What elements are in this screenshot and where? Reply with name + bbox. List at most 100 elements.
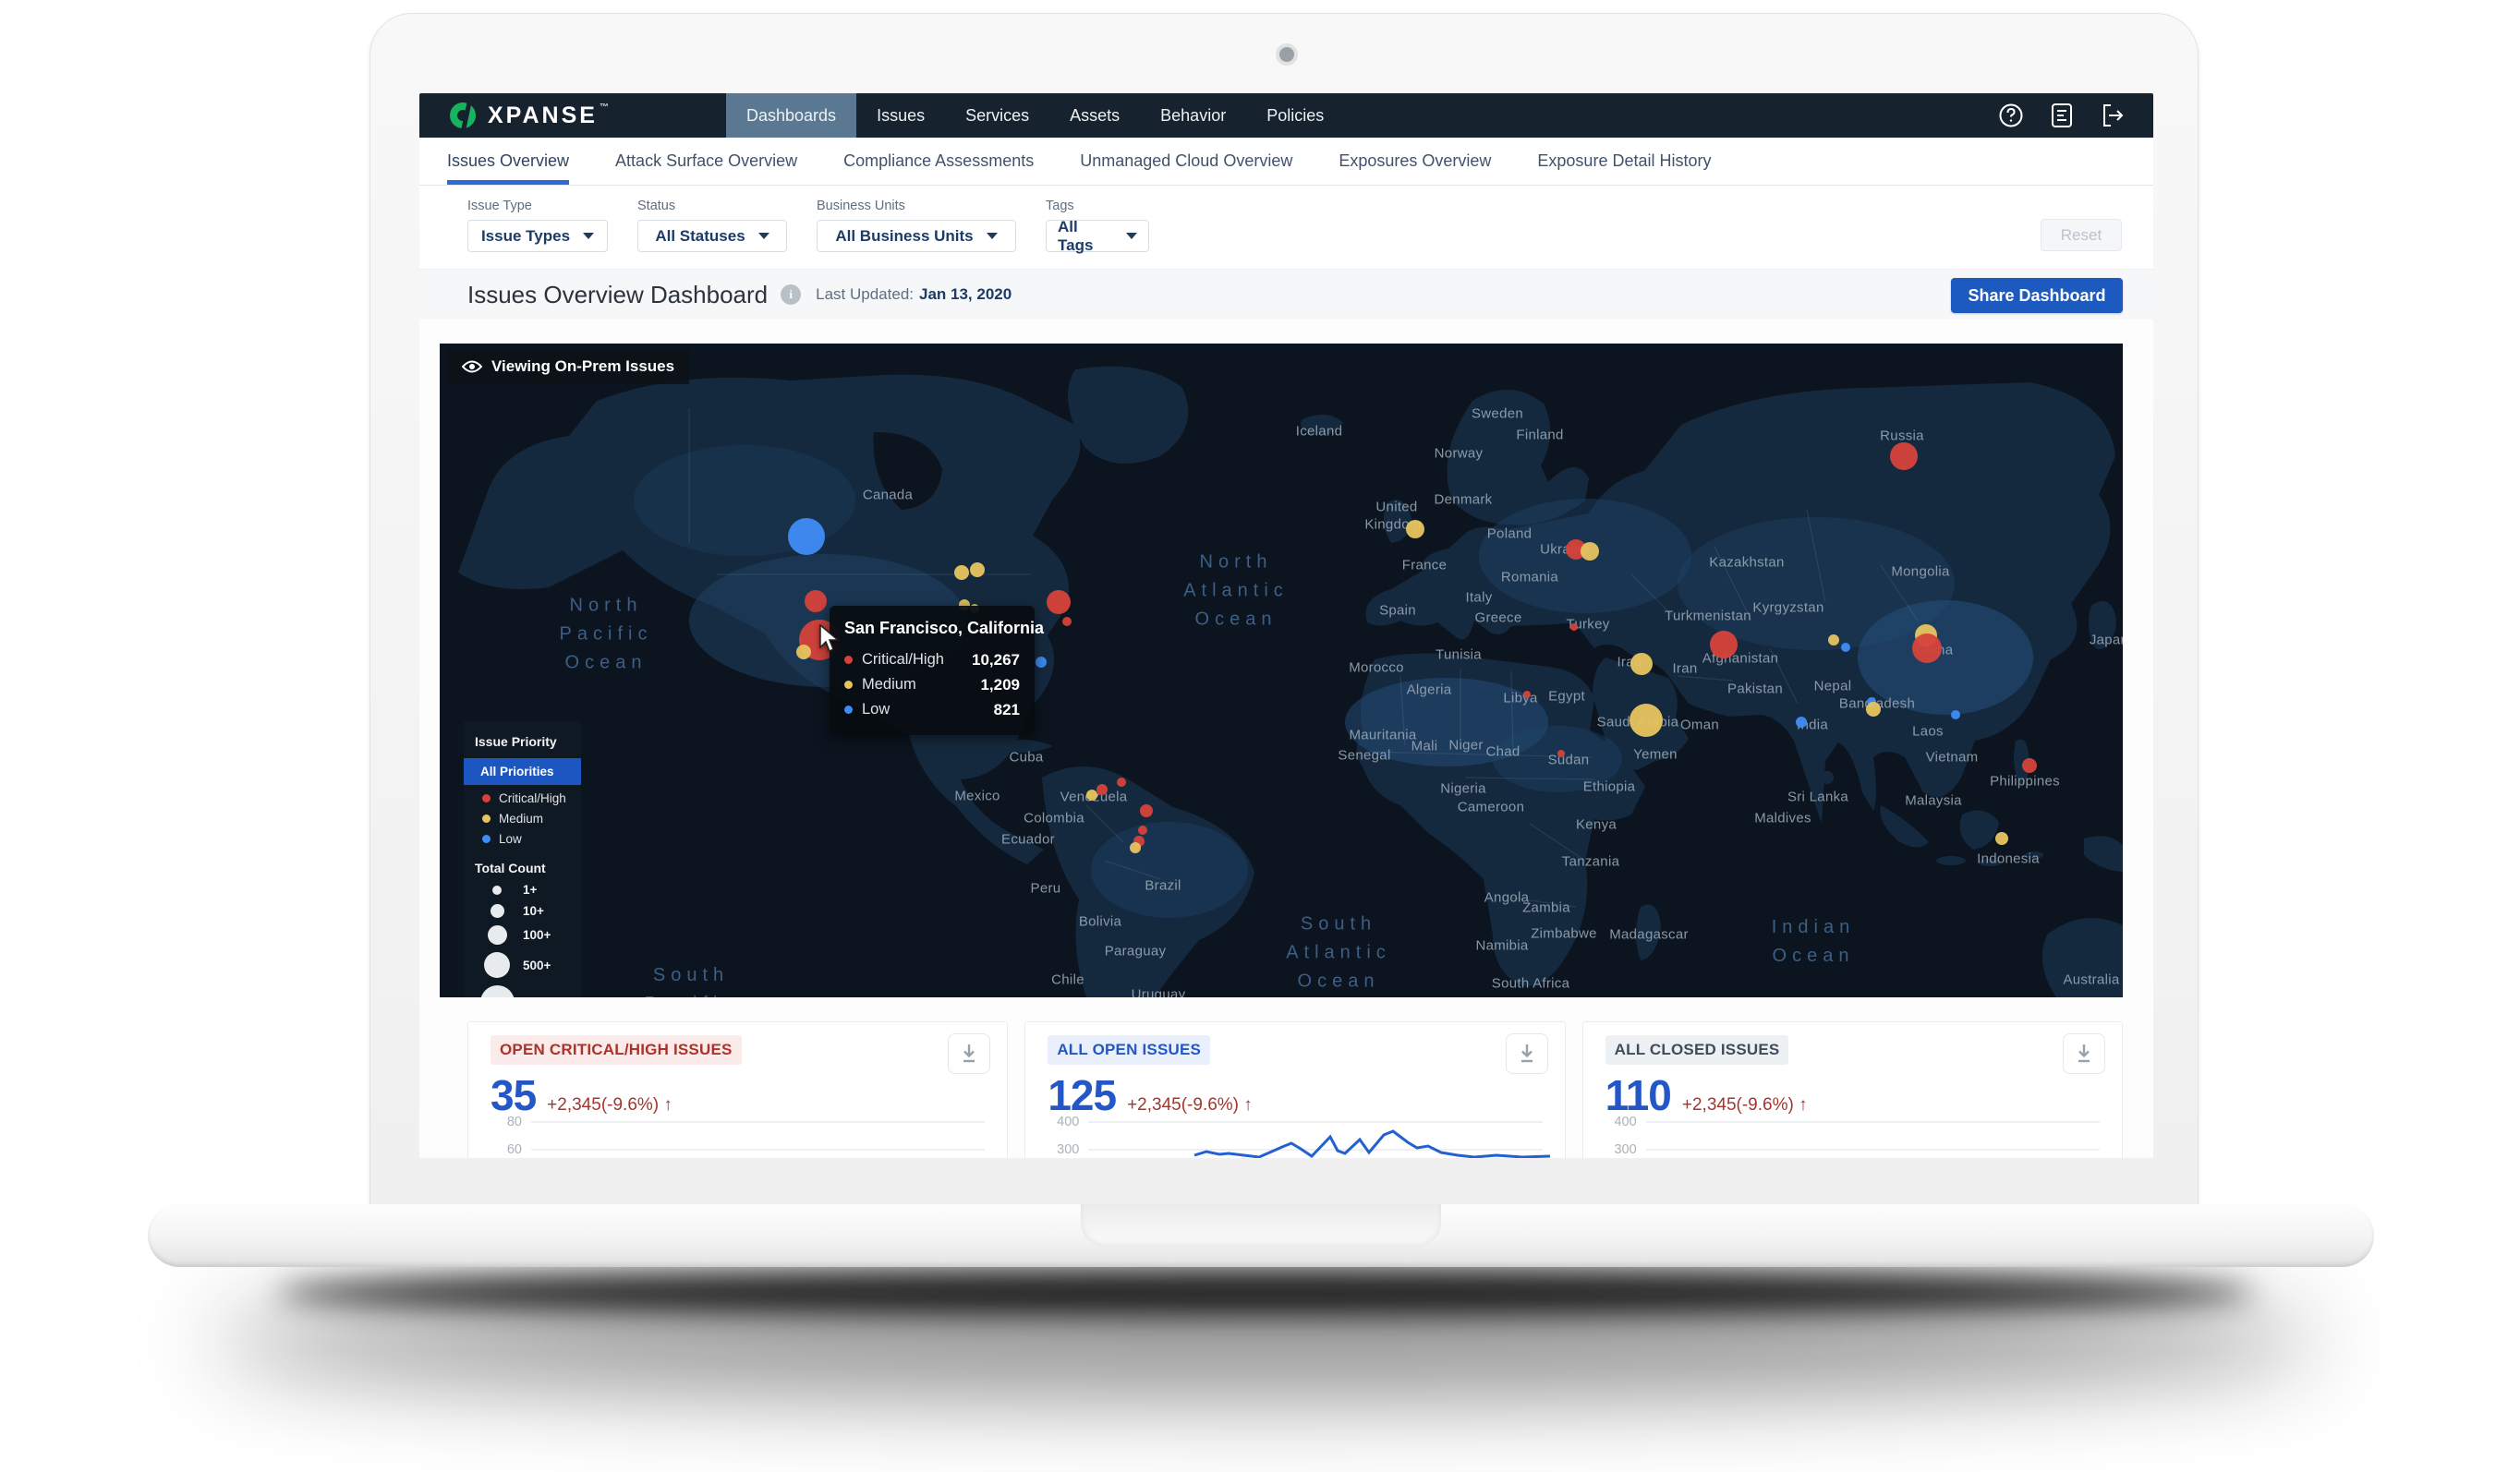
download-button[interactable] bbox=[2063, 1033, 2105, 1074]
country-label: Philippines bbox=[1990, 774, 2060, 790]
laptop-base-notch bbox=[1081, 1204, 1441, 1247]
issue-dot-medium[interactable] bbox=[970, 562, 985, 577]
issue-dot-critical[interactable] bbox=[1890, 442, 1918, 470]
legend-size-label: 10+ bbox=[523, 904, 544, 918]
tab-unmanaged-cloud-overview[interactable]: Unmanaged Cloud Overview bbox=[1080, 138, 1292, 185]
issue-dot-critical[interactable] bbox=[1912, 633, 1942, 663]
y-axis-tick: 300 bbox=[1048, 1142, 1079, 1157]
country-label: Oman bbox=[1680, 718, 1719, 733]
issue-dot-critical[interactable] bbox=[805, 590, 827, 612]
issue-dot-medium[interactable] bbox=[954, 565, 969, 580]
card-value: 35 bbox=[491, 1070, 536, 1120]
card-badge: OPEN CRITICAL/HIGH ISSUES bbox=[491, 1035, 742, 1065]
legend-priority-low[interactable]: Low bbox=[464, 826, 581, 846]
card-mini-chart: 400 300 bbox=[1025, 1115, 1564, 1158]
card-delta: +2,345(-9.6%) ↑ bbox=[1682, 1095, 1808, 1116]
gridline bbox=[531, 1121, 985, 1123]
nav-item-behavior[interactable]: Behavior bbox=[1140, 93, 1246, 138]
release-notes-icon[interactable] bbox=[2050, 103, 2074, 128]
issue-dot-medium[interactable] bbox=[1630, 704, 1663, 737]
issue-dot-critical[interactable] bbox=[1557, 750, 1565, 757]
issue-dot-critical[interactable] bbox=[1570, 623, 1578, 631]
issue-dot-medium[interactable] bbox=[1995, 832, 2008, 845]
tooltip-row-low: Low821 bbox=[844, 697, 1020, 722]
download-button[interactable] bbox=[1506, 1033, 1548, 1074]
reset-button[interactable]: Reset bbox=[2041, 219, 2122, 251]
last-updated-value: Jan 13, 2020 bbox=[919, 285, 1012, 303]
issue-dot-low[interactable] bbox=[1796, 717, 1807, 728]
card-delta: +2,345(-9.6%) ↑ bbox=[1127, 1095, 1253, 1116]
country-label: Greece bbox=[1475, 610, 1522, 626]
chevron-down-icon bbox=[1126, 233, 1137, 239]
filter-dropdown[interactable]: Issue Types bbox=[467, 220, 608, 252]
legend-all-priorities[interactable]: All Priorities bbox=[464, 758, 581, 785]
tab-attack-surface-overview[interactable]: Attack Surface Overview bbox=[615, 138, 797, 185]
country-label: Laos bbox=[1912, 724, 1944, 740]
share-dashboard-button[interactable]: Share Dashboard bbox=[1951, 278, 2123, 313]
country-label: Tunisia bbox=[1436, 647, 1482, 663]
tooltip-row-critical-high: Critical/High10,267 bbox=[844, 647, 1020, 672]
filter-dropdown[interactable]: All Business Units bbox=[817, 220, 1016, 252]
legend-priority-critical-high[interactable]: Critical/High bbox=[464, 785, 581, 805]
tab-exposure-detail-history[interactable]: Exposure Detail History bbox=[1537, 138, 1711, 185]
dashboard-tabbar: Issues Overview Attack Surface Overview Co… bbox=[419, 138, 2153, 186]
issues-world-map[interactable]: North Pacific OceanNorth Atlantic OceanS… bbox=[440, 344, 2123, 997]
nav-utility-icons bbox=[1998, 93, 2153, 138]
country-label: Iran bbox=[1672, 661, 1697, 677]
filter-dropdown[interactable]: All Tags bbox=[1046, 220, 1149, 252]
issue-dot-low[interactable] bbox=[788, 518, 825, 555]
issue-dot-critical[interactable] bbox=[1710, 631, 1738, 658]
issue-dot-critical[interactable] bbox=[1140, 804, 1153, 817]
download-button[interactable] bbox=[948, 1033, 990, 1074]
issue-dot-medium[interactable] bbox=[796, 645, 811, 659]
issue-dot-critical[interactable] bbox=[1047, 590, 1071, 614]
country-label: Malaysia bbox=[1905, 793, 1962, 809]
last-updated: Last Updated:Jan 13, 2020 bbox=[816, 285, 1012, 304]
issue-dot-medium[interactable] bbox=[1828, 634, 1839, 646]
card-badge: ALL CLOSED ISSUES bbox=[1605, 1035, 1789, 1065]
issue-dot-medium[interactable] bbox=[1406, 520, 1424, 538]
issue-dot-critical[interactable] bbox=[2022, 758, 2037, 773]
issue-dot-low[interactable] bbox=[1951, 710, 1960, 719]
country-label: Mexico bbox=[954, 789, 1000, 804]
sign-out-icon[interactable] bbox=[2100, 103, 2126, 128]
tab-issues-overview[interactable]: Issues Overview bbox=[447, 138, 569, 185]
nav-item-issues[interactable]: Issues bbox=[856, 93, 945, 138]
legend-priority-medium[interactable]: Medium bbox=[464, 805, 581, 826]
issue-dot-medium[interactable] bbox=[1086, 790, 1097, 801]
tab-exposures-overview[interactable]: Exposures Overview bbox=[1339, 138, 1491, 185]
country-label: Egypt bbox=[1548, 689, 1585, 705]
download-icon bbox=[2075, 1044, 2093, 1064]
tab-compliance-assessments[interactable]: Compliance Assessments bbox=[843, 138, 1034, 185]
nav-item-policies[interactable]: Policies bbox=[1246, 93, 1344, 138]
legend-priority-label: Low bbox=[499, 832, 522, 846]
issue-dot-low[interactable] bbox=[1841, 643, 1850, 652]
nav-item-services[interactable]: Services bbox=[945, 93, 1049, 138]
issue-dot-critical[interactable] bbox=[1523, 691, 1531, 698]
nav-item-dashboards[interactable]: Dashboards bbox=[726, 93, 856, 138]
issue-dot-medium[interactable] bbox=[1866, 702, 1881, 717]
issue-dot-critical[interactable] bbox=[1096, 784, 1108, 795]
issue-dot-critical[interactable] bbox=[1138, 826, 1147, 835]
download-icon bbox=[1518, 1044, 1536, 1064]
issue-dot-medium[interactable] bbox=[1581, 542, 1599, 561]
filter-label: Status bbox=[637, 199, 787, 213]
y-axis-tick: 300 bbox=[1605, 1142, 1637, 1157]
y-axis-tick: 400 bbox=[1048, 1115, 1079, 1129]
filter-fields: Issue TypeIssue TypesStatusAll StatusesB… bbox=[467, 199, 1149, 252]
issue-dot-medium[interactable] bbox=[1130, 842, 1141, 853]
issue-dot-medium[interactable] bbox=[1630, 653, 1653, 675]
issue-dot-low[interactable] bbox=[1036, 657, 1047, 668]
tooltip-row-label: Medium bbox=[862, 676, 916, 694]
filter-dropdown[interactable]: All Statuses bbox=[637, 220, 787, 252]
kpi-card-all-closed-issues: ALL CLOSED ISSUES110+2,345(-9.6%) ↑40030… bbox=[1582, 1021, 2123, 1158]
info-icon[interactable]: i bbox=[781, 284, 801, 305]
nav-item-assets[interactable]: Assets bbox=[1049, 93, 1140, 138]
help-icon[interactable] bbox=[1998, 103, 2024, 128]
issue-dot-critical[interactable] bbox=[1117, 778, 1126, 787]
country-label: Morocco bbox=[1349, 660, 1404, 676]
country-label: Brazil bbox=[1145, 878, 1181, 894]
card-mini-chart: 400300 bbox=[1583, 1115, 2122, 1158]
country-label: Kenya bbox=[1576, 817, 1617, 833]
issue-dot-critical[interactable] bbox=[1062, 617, 1072, 626]
